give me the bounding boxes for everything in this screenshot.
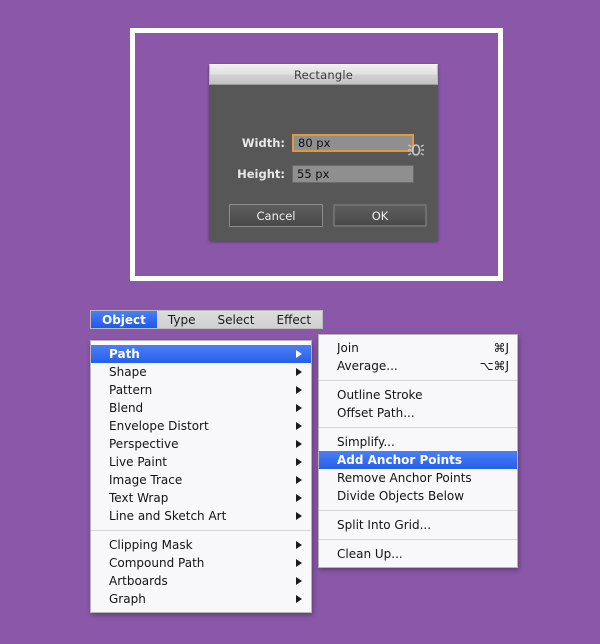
menu-item-graph[interactable]: Graph xyxy=(91,590,311,608)
menu-item-label: Remove Anchor Points xyxy=(337,471,472,485)
menu-item-label: Perspective xyxy=(109,437,179,451)
menubar-item-effect[interactable]: Effect xyxy=(266,311,323,328)
menu-item-label: Artboards xyxy=(109,574,168,588)
menu-item-label: Join xyxy=(337,341,359,355)
submenu-arrow-icon xyxy=(296,476,302,484)
menu-item-label: Shape xyxy=(109,365,147,379)
menu-item-label: Average... xyxy=(337,359,398,373)
menu-item-label: Simplify... xyxy=(337,435,395,449)
menu-separator xyxy=(319,380,517,381)
height-label: Height: xyxy=(237,167,285,181)
menu-item-label: Text Wrap xyxy=(109,491,169,505)
menu-item-compound-path[interactable]: Compound Path xyxy=(91,554,311,572)
menu-item-average[interactable]: Average... ⌥⌘J xyxy=(319,357,517,375)
menu-item-label: Add Anchor Points xyxy=(337,453,463,467)
submenu-arrow-icon xyxy=(296,368,302,376)
menu-item-label: Offset Path... xyxy=(337,406,415,420)
ok-button[interactable]: OK xyxy=(333,204,427,227)
cancel-button[interactable]: Cancel xyxy=(229,204,323,227)
menu-item-split-into-grid[interactable]: Split Into Grid... xyxy=(319,516,517,534)
dialog-button-row: Cancel OK xyxy=(229,204,427,227)
menu-item-label: Compound Path xyxy=(109,556,205,570)
menu-item-pattern[interactable]: Pattern xyxy=(91,381,311,399)
menu-separator xyxy=(319,539,517,540)
menu-item-remove-anchor-points[interactable]: Remove Anchor Points xyxy=(319,469,517,487)
submenu-arrow-icon xyxy=(296,422,302,430)
object-menu-panel: Path Shape Pattern Blend Envelope Distort Per… xyxy=(90,340,312,613)
menu-item-perspective[interactable]: Perspective xyxy=(91,435,311,453)
constrain-proportions-icon[interactable] xyxy=(405,139,427,161)
menu-item-blend[interactable]: Blend xyxy=(91,399,311,417)
menu-item-label: Path xyxy=(109,347,140,361)
menu-item-label: Split Into Grid... xyxy=(337,518,432,532)
dialog-titlebar[interactable]: Rectangle xyxy=(209,64,438,85)
menu-item-label: Live Paint xyxy=(109,455,168,469)
height-input[interactable] xyxy=(292,165,414,183)
dialog-title: Rectangle xyxy=(293,67,354,82)
submenu-arrow-icon xyxy=(296,350,302,358)
submenu-arrow-icon xyxy=(296,404,302,412)
menu-item-label: Pattern xyxy=(109,383,153,397)
menu-item-shape[interactable]: Shape xyxy=(91,363,311,381)
menu-item-simplify[interactable]: Simplify... xyxy=(319,433,517,451)
submenu-arrow-icon xyxy=(296,440,302,448)
menu-item-outline-stroke[interactable]: Outline Stroke xyxy=(319,386,517,404)
path-submenu-panel: Join ⌘J Average... ⌥⌘J Outline Stroke Offset … xyxy=(318,334,518,568)
menu-item-label: Line and Sketch Art xyxy=(109,509,227,523)
menu-item-offset-path[interactable]: Offset Path... xyxy=(319,404,517,422)
menu-separator xyxy=(91,530,311,531)
menu-item-artboards[interactable]: Artboards xyxy=(91,572,311,590)
menu-item-shortcut: ⌥⌘J xyxy=(479,359,509,373)
menu-separator xyxy=(319,510,517,511)
submenu-arrow-icon xyxy=(296,512,302,520)
menu-item-label: Image Trace xyxy=(109,473,183,487)
menu-item-clean-up[interactable]: Clean Up... xyxy=(319,545,517,563)
menu-item-add-anchor-points[interactable]: Add Anchor Points xyxy=(319,451,517,469)
menu-item-label: Clean Up... xyxy=(337,547,403,561)
menu-item-label: Graph xyxy=(109,592,146,606)
menu-item-live-paint[interactable]: Live Paint xyxy=(91,453,311,471)
menu-item-clipping-mask[interactable]: Clipping Mask xyxy=(91,536,311,554)
dialog-body: Width: Height: Cancel OK xyxy=(209,85,438,240)
menubar-item-select[interactable]: Select xyxy=(206,311,265,328)
menu-item-path[interactable]: Path xyxy=(91,345,311,363)
menu-item-shortcut: ⌘J xyxy=(493,341,509,355)
submenu-arrow-icon xyxy=(296,577,302,585)
menu-item-image-trace[interactable]: Image Trace xyxy=(91,471,311,489)
submenu-arrow-icon xyxy=(296,595,302,603)
width-field-row: Width: xyxy=(229,134,414,152)
menu-item-label: Divide Objects Below xyxy=(337,489,465,503)
submenu-arrow-icon xyxy=(296,494,302,502)
menu-item-label: Blend xyxy=(109,401,144,415)
menu-item-divide-objects-below[interactable]: Divide Objects Below xyxy=(319,487,517,505)
menu-item-label: Outline Stroke xyxy=(337,388,423,402)
height-field-row: Height: xyxy=(229,165,414,183)
rectangle-dialog: Rectangle Width: Height: Cancel OK xyxy=(209,64,438,241)
submenu-arrow-icon xyxy=(296,541,302,549)
menu-item-join[interactable]: Join ⌘J xyxy=(319,339,517,357)
menu-item-envelope-distort[interactable]: Envelope Distort xyxy=(91,417,311,435)
submenu-arrow-icon xyxy=(296,559,302,567)
submenu-arrow-icon xyxy=(296,458,302,466)
menubar-item-object[interactable]: Object xyxy=(91,311,157,328)
width-input[interactable] xyxy=(292,134,414,152)
menu-item-label: Envelope Distort xyxy=(109,419,209,433)
menubar-item-type[interactable]: Type xyxy=(157,311,207,328)
menu-item-text-wrap[interactable]: Text Wrap xyxy=(91,489,311,507)
submenu-arrow-icon xyxy=(296,386,302,394)
menu-item-line-and-sketch-art[interactable]: Line and Sketch Art xyxy=(91,507,311,525)
menu-item-label: Clipping Mask xyxy=(109,538,193,552)
menu-separator xyxy=(319,427,517,428)
width-label: Width: xyxy=(241,136,285,150)
menu-bar: Object Type Select Effect xyxy=(90,310,324,329)
